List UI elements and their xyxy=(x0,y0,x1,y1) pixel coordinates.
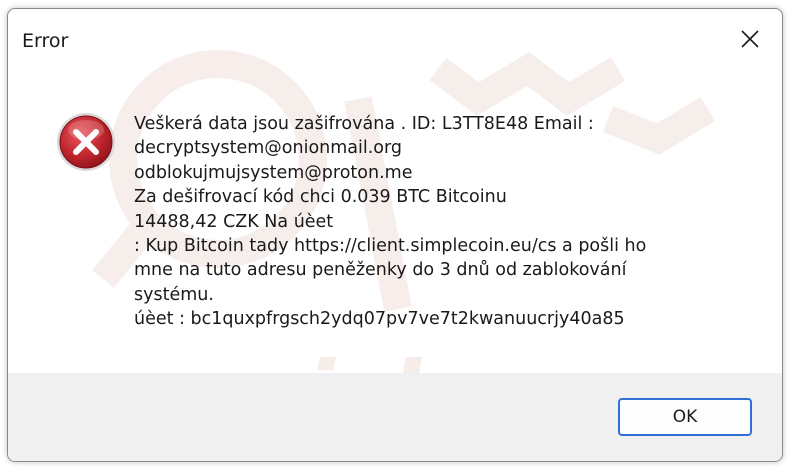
error-icon xyxy=(57,113,115,171)
window-title: Error xyxy=(22,30,69,52)
message-line: odblokujmujsystem@proton.me xyxy=(134,162,413,183)
close-button[interactable] xyxy=(728,21,772,57)
message-line: 14488,42 CZK Na úèet xyxy=(134,211,334,232)
close-icon xyxy=(741,30,759,48)
title-bar: Error xyxy=(8,9,782,73)
message-line: : Kup Bitcoin tady https://client.simple… xyxy=(134,236,647,257)
error-dialog: risk.com Error Veš xyxy=(7,8,783,462)
dialog-content: Veškerá data jsou zašifrována . ID: L3TT… xyxy=(8,73,782,371)
message-line: decryptsystem@onionmail.org xyxy=(134,138,403,159)
message-line: Veškerá data jsou zašifrována . ID: L3TT… xyxy=(134,114,594,134)
message-line: systému. xyxy=(134,284,214,305)
message-line: Za dešifrovací kód chci 0.039 BTC Bitcoi… xyxy=(134,187,507,208)
button-bar: OK xyxy=(8,373,782,461)
message-text: Veškerá data jsou zašifrována . ID: L3TT… xyxy=(134,112,754,332)
message-line: mne na tuto adresu peněženky do 3 dnů od… xyxy=(134,260,627,281)
ok-button[interactable]: OK xyxy=(618,398,752,436)
message-line: úèet : bc1quxpfrgsch2ydq07pv7ve7t2kwanuu… xyxy=(134,309,625,330)
